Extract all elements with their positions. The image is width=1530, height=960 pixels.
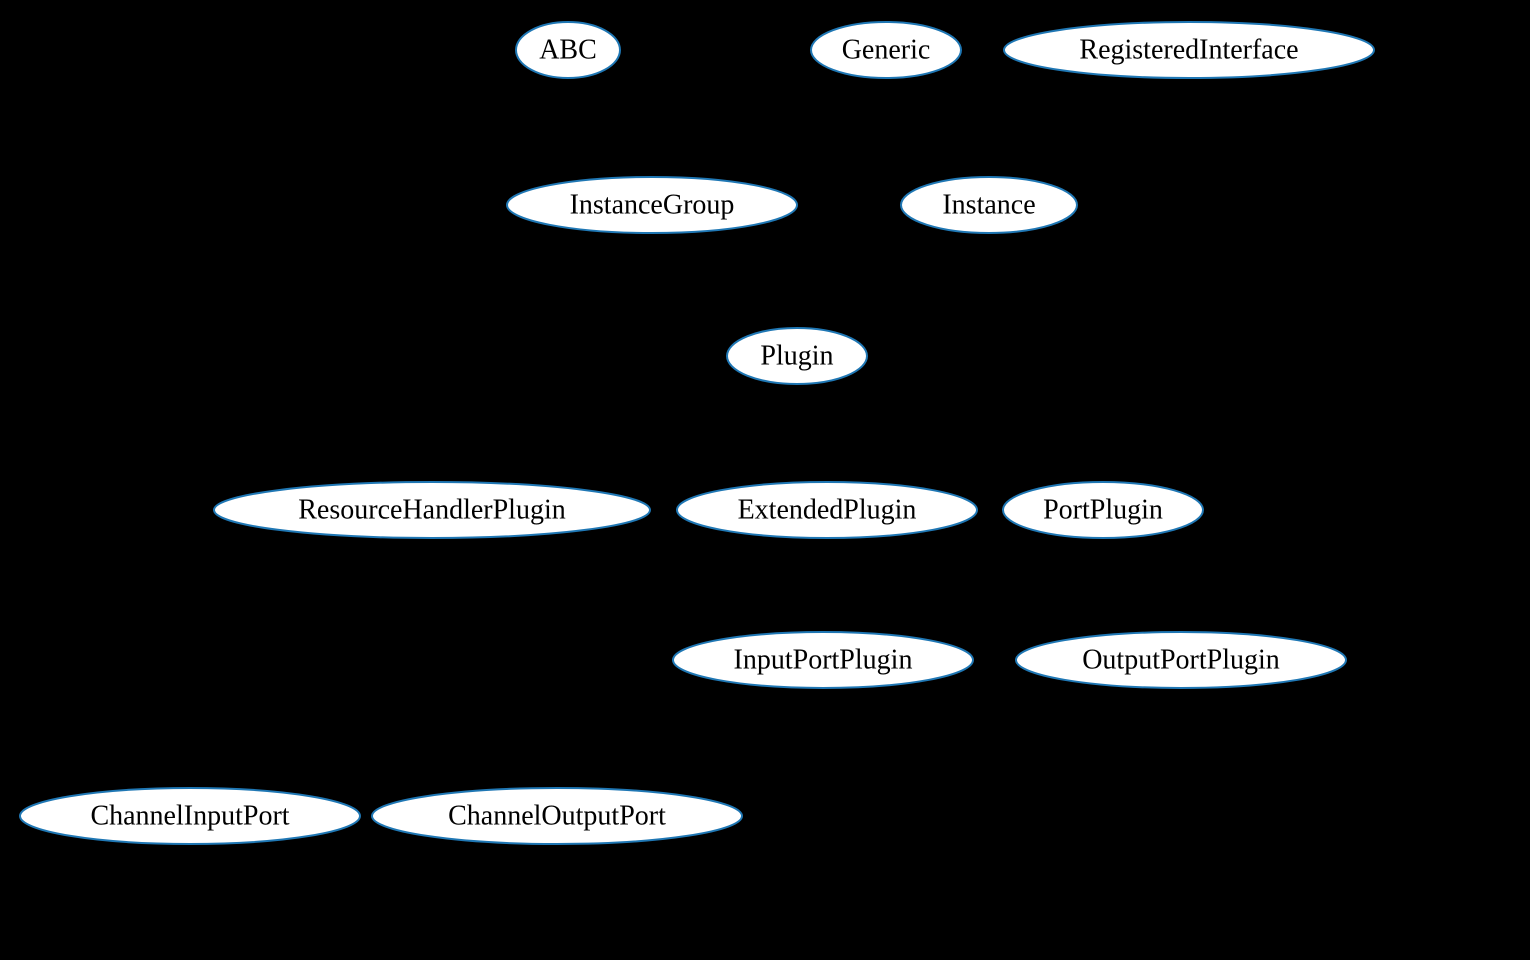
- edge-abc-instanceGroup: [583, 77, 637, 177]
- edge-instance-plugin: [829, 231, 956, 331]
- node-label-channelOutputPort: ChannelOutputPort: [448, 800, 666, 831]
- node-portPlugin[interactable]: PortPlugin: [1003, 482, 1203, 538]
- node-label-channelInputPort: ChannelInputPort: [90, 800, 289, 831]
- node-label-outputPortPlugin: OutputPortPlugin: [1082, 644, 1280, 675]
- arrowhead-abc-instanceGroup: [627, 165, 637, 177]
- arrowhead-inputPortPlugin-channelOutputPort: [603, 779, 615, 789]
- node-label-extendedPlugin: ExtendedPlugin: [738, 494, 917, 525]
- edge-plugin-portPlugin: [841, 378, 1055, 486]
- node-registeredInterface[interactable]: RegisteredInterface: [1004, 22, 1374, 78]
- node-label-resourceHandlerPlugin: ResourceHandlerPlugin: [298, 494, 566, 525]
- node-abc[interactable]: ABC: [516, 22, 620, 78]
- node-outputPortPlugin[interactable]: OutputPortPlugin: [1016, 632, 1346, 688]
- node-label-portPlugin: PortPlugin: [1043, 494, 1163, 525]
- arrowhead-portPlugin-inputPortPlugin: [872, 624, 884, 634]
- inheritance-diagram: ABC Generic RegisteredInterface InstanceGro…: [0, 0, 1530, 960]
- node-label-generic: Generic: [842, 34, 931, 65]
- arrowhead-registeredInterface-instance: [1022, 168, 1034, 179]
- node-label-registeredInterface: RegisteredInterface: [1079, 34, 1298, 65]
- edge-plugin-extendedPlugin: [802, 384, 821, 482]
- edge-instanceGroup-plugin: [678, 233, 771, 330]
- node-label-plugin: Plugin: [760, 340, 833, 371]
- node-resourceHandlerPlugin[interactable]: ResourceHandlerPlugin: [214, 482, 650, 538]
- node-plugin[interactable]: Plugin: [727, 328, 867, 384]
- arrowhead-resourceHandlerPlugin-channelOutputPort: [537, 776, 547, 788]
- edge-plugin-resourceHandlerPlugin: [495, 376, 748, 483]
- node-label-inputPortPlugin: InputPortPlugin: [734, 644, 913, 675]
- arrowhead-plugin-portPlugin: [1042, 476, 1054, 486]
- node-label-instanceGroup: InstanceGroup: [570, 189, 735, 220]
- edge-resourceHandlerPlugin-channelInputPort: [212, 538, 410, 788]
- edge-generic-instanceGroup: [693, 74, 850, 178]
- arrowhead-resourceHandlerPlugin-channelInputPort: [212, 777, 223, 789]
- edge-abc-instance: [611, 66, 932, 184]
- node-instanceGroup[interactable]: InstanceGroup: [507, 177, 797, 233]
- edge-registeredInterface-instance: [1022, 77, 1153, 179]
- node-inputPortPlugin[interactable]: InputPortPlugin: [673, 632, 973, 688]
- node-generic[interactable]: Generic: [811, 22, 961, 78]
- arrowhead-portPlugin-outputPortPlugin: [1157, 620, 1167, 632]
- node-channelInputPort[interactable]: ChannelInputPort: [20, 788, 360, 844]
- edge-inputPortPlugin-channelOutputPort: [603, 687, 777, 789]
- arrowhead-generic-instanceGroup: [693, 168, 705, 178]
- node-label-abc: ABC: [539, 34, 597, 65]
- edge-generic-instance: [904, 77, 971, 177]
- node-extendedPlugin[interactable]: ExtendedPlugin: [677, 482, 977, 538]
- arrowhead-instance-plugin: [829, 320, 841, 331]
- node-channelOutputPort[interactable]: ChannelOutputPort: [372, 788, 742, 844]
- arrowhead-plugin-extendedPlugin: [814, 470, 824, 482]
- edge-portPlugin-inputPortPlugin: [872, 535, 1056, 634]
- node-instance[interactable]: Instance: [901, 177, 1077, 233]
- node-label-instance: Instance: [942, 189, 1035, 220]
- arrowhead-generic-instance: [960, 166, 970, 178]
- edge-portPlugin-outputPortPlugin: [1117, 538, 1166, 632]
